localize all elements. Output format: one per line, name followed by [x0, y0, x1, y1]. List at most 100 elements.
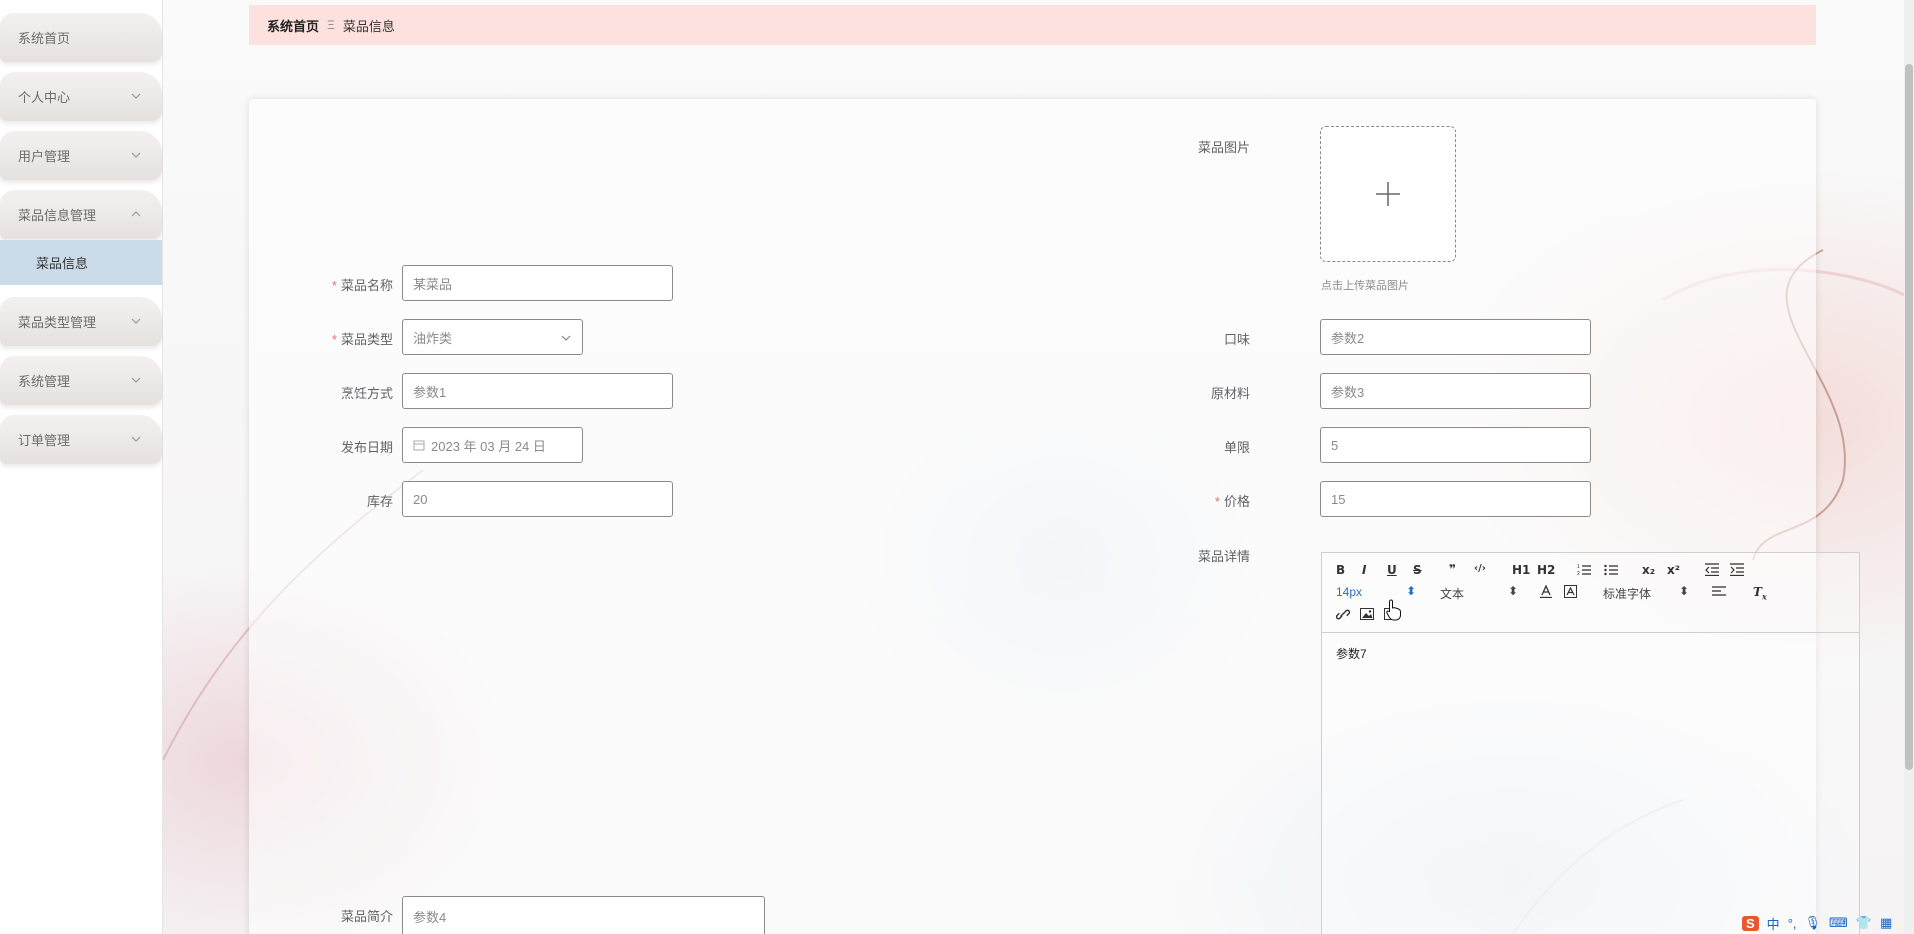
mouse-cursor-hand-icon: [1386, 599, 1401, 621]
font-color-icon[interactable]: [1540, 585, 1552, 598]
ordered-list-icon[interactable]: 12: [1577, 563, 1591, 576]
h2-button[interactable]: H2: [1537, 563, 1555, 577]
plus-icon: [1376, 182, 1400, 206]
skin-icon[interactable]: 👕: [1856, 915, 1872, 931]
microphone-icon[interactable]: 🎙: [1805, 915, 1822, 931]
sidebar-item-label: 系统管理: [18, 374, 71, 389]
sidebar-item-system-management[interactable]: 系统管理: [0, 356, 162, 405]
image-upload-box[interactable]: [1320, 126, 1456, 262]
dish-type-label: * 菜品类型: [331, 332, 393, 347]
sidebar-item-label: 用户管理: [18, 149, 71, 164]
font-size-select-arrow-icon: ⬍: [1406, 584, 1417, 598]
dish-image-label: 菜品图片: [1197, 140, 1250, 155]
breadcrumb: 系统首页 Ξ 菜品信息: [249, 5, 1816, 45]
sidebar-item-label: 个人中心: [18, 90, 71, 105]
strikethrough-button[interactable]: S: [1413, 563, 1422, 577]
text-style-select[interactable]: 文本: [1440, 585, 1464, 602]
bold-button[interactable]: B: [1336, 563, 1345, 577]
sidebar: 系统首页 个人中心 用户管理 菜品信息管理 菜品信息 菜品类型管理 系统管理 订…: [0, 0, 163, 934]
rich-text-editor: B I U S ❞ ‹/› H1 H2 12 x₂ x² 14px ⬍ 文本 ⬍…: [1321, 552, 1860, 934]
bullet-list-icon[interactable]: [1604, 563, 1618, 576]
intro-input[interactable]: 参数4: [402, 896, 765, 934]
background-color-icon[interactable]: [1564, 585, 1577, 598]
sidebar-item-dish-info-management[interactable]: 菜品信息管理: [0, 190, 162, 239]
align-icon[interactable]: [1712, 586, 1726, 598]
sidebar-item-dish-type-management[interactable]: 菜品类型管理: [0, 297, 162, 346]
svg-text:1: 1: [1577, 564, 1580, 570]
sidebar-item-label: 菜品类型管理: [18, 315, 97, 330]
sidebar-item-order-management[interactable]: 订单管理: [0, 415, 162, 464]
release-date-label: 发布日期: [340, 440, 393, 455]
font-family-select-arrow-icon: ⬍: [1679, 584, 1690, 598]
punctuation-icon[interactable]: °,: [1788, 916, 1797, 931]
text-style-select-arrow-icon: ⬍: [1508, 584, 1519, 598]
vertical-scrollbar[interactable]: [1904, 0, 1914, 934]
italic-button[interactable]: I: [1362, 563, 1366, 577]
sidebar-item-label: 系统首页: [18, 31, 71, 46]
ime-toolbar: S 中 °, 🎙 ⌨ 👕 ▦: [1738, 912, 1914, 934]
sidebar-item-label: 订单管理: [18, 433, 71, 448]
chevron-down-icon: [561, 335, 571, 341]
superscript-button[interactable]: x²: [1667, 563, 1680, 577]
ingredients-label: 原材料: [1210, 386, 1250, 401]
chevron-down-icon: [131, 152, 141, 158]
sidebar-item-home[interactable]: 系统首页: [0, 13, 162, 62]
taste-label: 口味: [1223, 332, 1250, 347]
price-label: * 价格: [1214, 494, 1250, 509]
release-date-picker[interactable]: 2023 年 03 月 24 日: [402, 427, 583, 463]
price-input[interactable]: 15: [1320, 481, 1591, 517]
sidebar-subitem-dish-info[interactable]: 菜品信息: [0, 240, 162, 285]
chevron-down-icon: [131, 93, 141, 99]
indent-icon[interactable]: [1730, 563, 1744, 576]
font-family-select[interactable]: 标准字体: [1603, 585, 1651, 602]
stock-input[interactable]: 20: [402, 481, 673, 517]
required-asterisk: *: [1214, 494, 1220, 509]
editor-content[interactable]: 参数7: [1336, 645, 1367, 662]
chevron-down-icon: [131, 436, 141, 442]
limit-label: 单限: [1223, 440, 1250, 455]
font-size-select[interactable]: 14px: [1336, 585, 1362, 599]
upload-tip: 点击上传菜品图片: [1321, 280, 1409, 292]
breadcrumb-separator: Ξ: [327, 18, 335, 32]
breadcrumb-home[interactable]: 系统首页: [267, 16, 319, 35]
stock-label: 库存: [366, 494, 393, 509]
sogou-logo-icon[interactable]: S: [1742, 915, 1759, 931]
sidebar-subitem-label: 菜品信息: [36, 256, 89, 271]
dish-name-label: * 菜品名称: [331, 278, 393, 293]
required-asterisk: *: [331, 332, 337, 347]
cooking-method-input[interactable]: 参数1: [402, 373, 673, 409]
limit-input[interactable]: 5: [1320, 427, 1591, 463]
sidebar-item-personal-center[interactable]: 个人中心: [0, 72, 162, 121]
chevron-up-icon: [131, 211, 141, 217]
outdent-icon[interactable]: [1705, 563, 1719, 576]
ingredients-input[interactable]: 参数3: [1320, 373, 1591, 409]
details-label: 菜品详情: [1197, 549, 1250, 564]
toolbox-icon[interactable]: ▦: [1880, 915, 1892, 931]
underline-button[interactable]: U: [1387, 563, 1397, 577]
image-icon[interactable]: [1360, 608, 1374, 620]
editor-toolbar: B I U S ❞ ‹/› H1 H2 12 x₂ x² 14px ⬍ 文本 ⬍…: [1322, 553, 1859, 633]
chevron-down-icon: [131, 377, 141, 383]
link-icon[interactable]: [1336, 608, 1350, 621]
breadcrumb-current: 菜品信息: [342, 18, 395, 34]
sidebar-item-label: 菜品信息管理: [18, 208, 97, 223]
blockquote-button[interactable]: ❞: [1449, 562, 1456, 576]
dish-name-input[interactable]: 某菜品: [402, 265, 673, 301]
cooking-method-label: 烹饪方式: [340, 386, 393, 401]
scrollbar-thumb[interactable]: [1905, 64, 1913, 770]
h1-button[interactable]: H1: [1512, 563, 1530, 577]
sidebar-item-user-management[interactable]: 用户管理: [0, 131, 162, 180]
ime-language-toggle[interactable]: 中: [1767, 914, 1780, 933]
taste-input[interactable]: 参数2: [1320, 319, 1591, 355]
keyboard-icon[interactable]: ⌨: [1829, 915, 1848, 931]
clear-format-button[interactable]: Tx: [1753, 585, 1767, 601]
calendar-icon: [413, 440, 425, 451]
intro-label: 菜品简介: [340, 909, 393, 924]
main-content: 系统首页 Ξ 菜品信息 * 菜品名称 某菜品 * 菜品类型 油炸类 烹饪方式 参数1…: [163, 0, 1914, 934]
svg-text:2: 2: [1577, 571, 1580, 576]
dish-type-select[interactable]: 油炸类: [402, 319, 583, 355]
required-asterisk: *: [331, 278, 337, 293]
subscript-button[interactable]: x₂: [1642, 563, 1655, 577]
code-block-button[interactable]: ‹/›: [1474, 563, 1486, 574]
chevron-down-icon: [131, 318, 141, 324]
